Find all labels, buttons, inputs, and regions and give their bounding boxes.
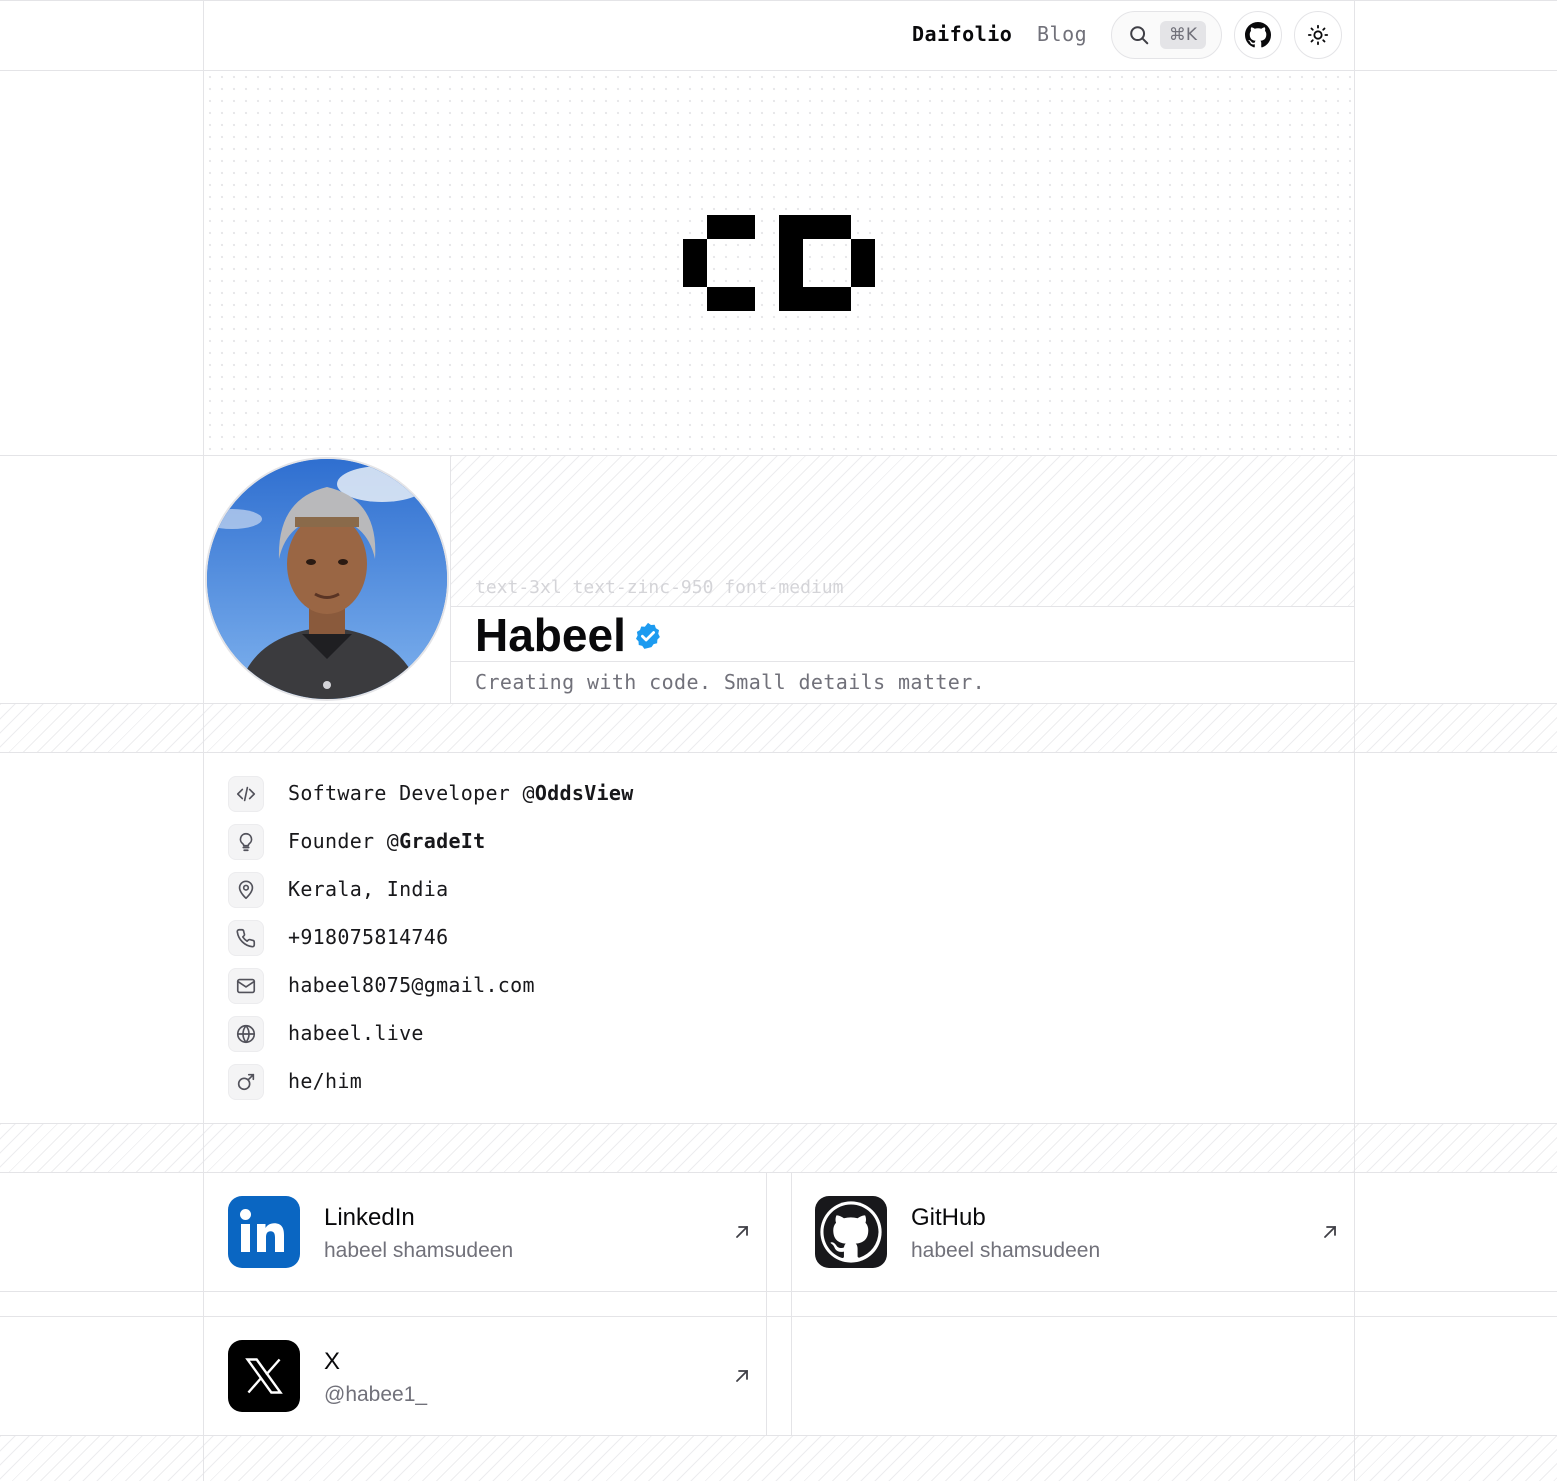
x-logo-icon	[228, 1340, 300, 1412]
grid-line	[203, 1436, 204, 1481]
email-link[interactable]: habeel8075@gmail.com	[288, 973, 535, 997]
search-icon	[1130, 26, 1149, 45]
profile-name: Habeel	[475, 609, 626, 661]
external-arrow-icon	[1324, 1226, 1336, 1238]
nav-link-home[interactable]: Daifolio	[912, 22, 1012, 46]
lightbulb-icon	[239, 832, 253, 852]
sun-icon	[1307, 24, 1329, 46]
phone-link[interactable]: +918075814746	[288, 925, 448, 949]
grid-line	[1354, 1124, 1355, 1172]
info-text: Founder @GradeIt	[288, 829, 485, 853]
grid-line	[450, 456, 451, 703]
info-icon-box	[228, 776, 264, 812]
nav-link-blog[interactable]: Blog	[1037, 22, 1087, 46]
grid-line	[1354, 1436, 1355, 1481]
search-button[interactable]: ⌘K	[1111, 11, 1222, 59]
social-card-handle: habeel shamsudeen	[911, 1239, 1101, 1262]
hatch-band	[0, 704, 1557, 752]
theme-toggle-button[interactable]	[1294, 11, 1342, 59]
grid-line	[203, 704, 204, 752]
external-arrow-icon	[736, 1226, 748, 1238]
info-text: Software Developer @OddsView	[288, 781, 634, 805]
info-item-email: habeel8075@gmail.com	[228, 968, 1028, 1004]
style-hint-text: text-3xl text-zinc-950 font-medium	[475, 577, 844, 598]
social-card-github[interactable]: GitHub habeel shamsudeen	[791, 1173, 1354, 1291]
info-icon-box	[228, 824, 264, 860]
github-icon	[1245, 22, 1271, 48]
divider	[451, 606, 1354, 607]
keyboard-shortcut: ⌘K	[1160, 21, 1206, 49]
hero-banner	[204, 71, 1354, 455]
map-pin-icon	[238, 880, 254, 900]
grid-line	[203, 1124, 204, 1172]
info-item-founder: Founder @GradeIt	[228, 824, 1028, 860]
info-icon-box	[228, 872, 264, 908]
grid-line	[766, 1173, 767, 1435]
info-item-job: Software Developer @OddsView	[228, 776, 1028, 812]
mars-icon	[237, 1073, 255, 1091]
hatch-band	[0, 1124, 1557, 1172]
social-card-title: LinkedIn	[324, 1204, 415, 1231]
company-link[interactable]: OddsView	[535, 781, 634, 805]
globe-icon	[236, 1024, 256, 1044]
info-icon-box	[228, 968, 264, 1004]
divider	[0, 0, 1557, 1]
divider	[0, 1291, 1557, 1292]
info-text: Kerala, India	[288, 877, 449, 901]
info-icon-box	[228, 1064, 264, 1100]
avatar	[205, 457, 449, 701]
social-card-handle: @habee1_	[324, 1383, 428, 1406]
grid-line	[1354, 704, 1355, 752]
linkedin-icon	[228, 1196, 300, 1268]
website-link[interactable]: habeel.live	[288, 1021, 424, 1045]
phone-icon	[236, 928, 256, 948]
divider	[0, 752, 1557, 753]
social-card-linkedin[interactable]: LinkedIn habeel shamsudeen	[204, 1173, 766, 1291]
info-text: he/him	[288, 1069, 363, 1093]
site-logo	[683, 215, 875, 311]
social-card-x[interactable]: X @habee1_	[204, 1317, 766, 1435]
info-item-website: habeel.live	[228, 1016, 1028, 1052]
company-link[interactable]: GradeIt	[399, 829, 485, 853]
hatch-band	[0, 1436, 1557, 1481]
info-icon-box	[228, 920, 264, 956]
info-prefix: Founder @	[288, 829, 400, 853]
github-icon	[815, 1196, 887, 1268]
external-arrow-icon	[736, 1370, 748, 1382]
info-item-location: Kerala, India	[228, 872, 1028, 908]
github-link-button[interactable]	[1234, 11, 1282, 59]
profile-tagline: Creating with code. Small details matter…	[475, 670, 986, 694]
avatar-photo	[207, 459, 447, 699]
social-card-title: GitHub	[911, 1204, 986, 1231]
info-icon-box	[228, 1016, 264, 1052]
info-item-phone: +918075814746	[228, 920, 1028, 956]
mail-icon	[236, 978, 256, 994]
info-item-pronouns: he/him	[228, 1064, 1028, 1100]
social-card-title: X	[324, 1348, 341, 1375]
social-card-handle: habeel shamsudeen	[324, 1239, 514, 1262]
code-icon	[236, 786, 256, 802]
info-prefix: Software Developer @	[288, 781, 535, 805]
verified-badge-icon	[636, 622, 660, 649]
